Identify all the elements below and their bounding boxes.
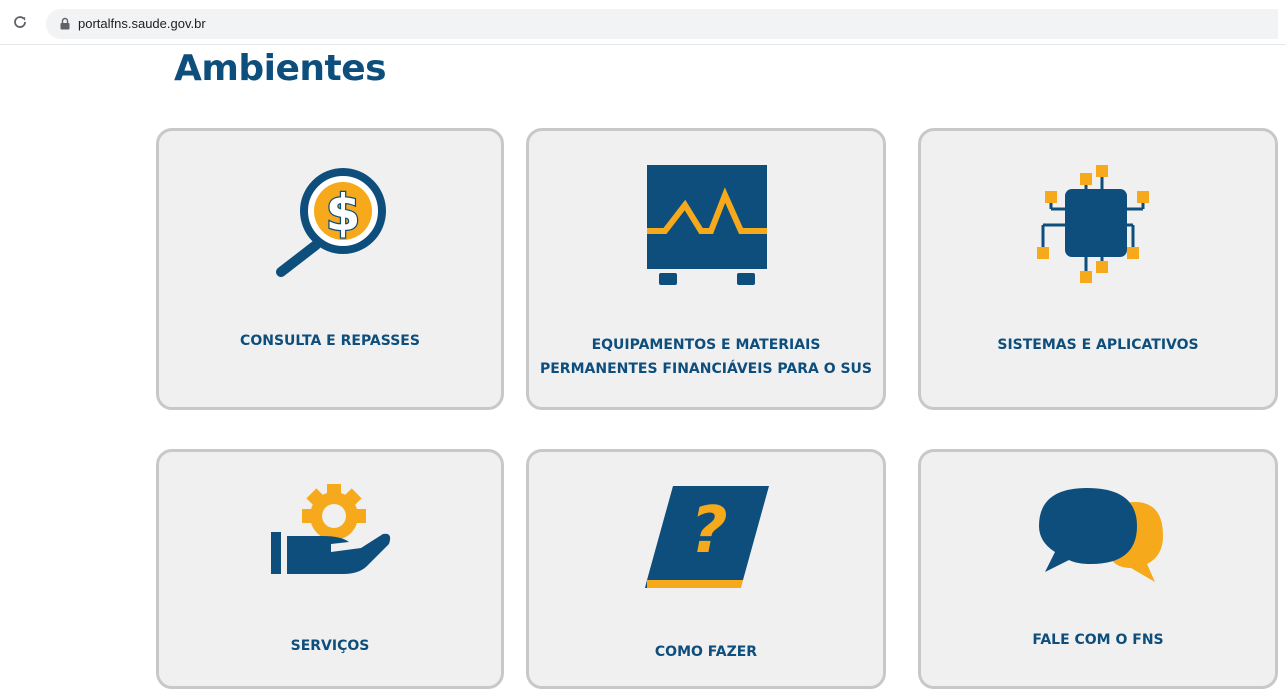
card-equipamentos-materiais[interactable]: EQUIPAMENTOS E MATERIAIS PERMANENTES FIN… <box>526 128 886 410</box>
card-label: COMO FAZER <box>654 644 758 660</box>
chip-network-icon <box>1037 165 1149 283</box>
lock-icon <box>60 17 70 30</box>
card-label: SERVIÇOS <box>290 638 370 654</box>
card-como-fazer[interactable]: ? COMO FAZER <box>526 449 886 689</box>
money-search-icon: $ <box>276 168 386 277</box>
card-label: CONSULTA E REPASSES <box>240 333 420 349</box>
card-label: EQUIPAMENTOS E MATERIAIS PERMANENTES FIN… <box>539 337 873 377</box>
card-servicos[interactable]: SERVIÇOS <box>156 449 504 689</box>
url-field[interactable]: portalfns.saude.gov.br <box>46 9 1278 39</box>
page-title: Ambientes <box>174 48 387 89</box>
card-consulta-repasses[interactable]: $ CONSULTA E REPASSES <box>156 128 504 410</box>
svg-text:?: ? <box>690 494 727 568</box>
chat-bubbles-icon <box>1039 488 1163 582</box>
question-book-icon: ? <box>645 486 769 588</box>
card-label: SISTEMAS E APLICATIVOS <box>997 337 1199 353</box>
svg-text:$: $ <box>326 184 361 242</box>
card-fale-com-fns[interactable]: FALE COM O FNS <box>918 449 1278 689</box>
card-label: FALE COM O FNS <box>1032 632 1164 648</box>
url-text: portalfns.saude.gov.br <box>78 16 206 31</box>
reload-icon[interactable] <box>12 14 28 30</box>
browser-address-bar: portalfns.saude.gov.br <box>0 0 1286 45</box>
hand-gear-icon <box>271 484 391 574</box>
card-sistemas-aplicativos[interactable]: SISTEMAS E APLICATIVOS <box>918 128 1278 410</box>
monitor-equipment-icon <box>647 165 767 285</box>
